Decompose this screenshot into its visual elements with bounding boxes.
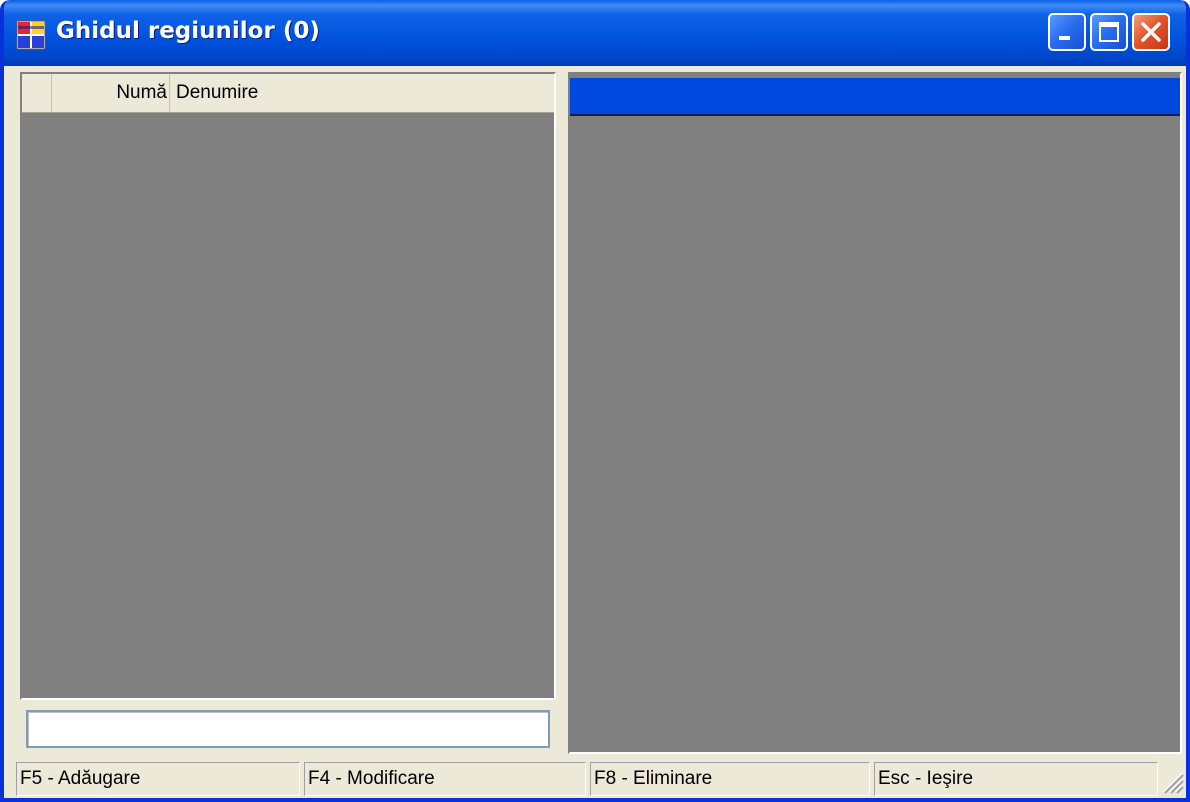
close-icon <box>1141 22 1161 42</box>
regions-grid[interactable]: Numă Denumire <box>20 72 556 700</box>
title-bar[interactable]: Ghidul regiunilor (0) <box>4 0 1186 66</box>
maximize-button[interactable] <box>1090 13 1128 51</box>
details-header-bar <box>570 78 1180 116</box>
status-delete: F8 - Eliminare <box>590 762 870 796</box>
close-button[interactable] <box>1132 13 1170 51</box>
details-panel[interactable] <box>568 72 1182 754</box>
maximize-icon <box>1099 22 1119 42</box>
main-window: Ghidul regiunilor (0) Numă Denumire F5 -… <box>0 0 1190 802</box>
window-title: Ghidul regiunilor (0) <box>56 18 320 44</box>
status-bar: F5 - Adăugare F4 - Modificare F8 - Elimi… <box>4 760 1186 798</box>
grid-header: Numă Denumire <box>22 74 554 113</box>
resize-grip-icon[interactable] <box>1158 768 1184 796</box>
column-header-numar[interactable]: Numă <box>52 74 170 112</box>
column-header-denumire[interactable]: Denumire <box>170 74 554 112</box>
status-exit: Esc - Ieşire <box>874 762 1158 796</box>
status-add: F5 - Adăugare <box>16 762 300 796</box>
status-modify: F4 - Modificare <box>304 762 586 796</box>
minimize-button[interactable] <box>1048 13 1086 51</box>
app-window-icon[interactable] <box>16 20 46 50</box>
panel-splitter[interactable] <box>556 72 568 754</box>
minimize-icon <box>1059 36 1070 40</box>
search-input[interactable] <box>26 710 550 748</box>
row-selector-header[interactable] <box>22 74 52 112</box>
